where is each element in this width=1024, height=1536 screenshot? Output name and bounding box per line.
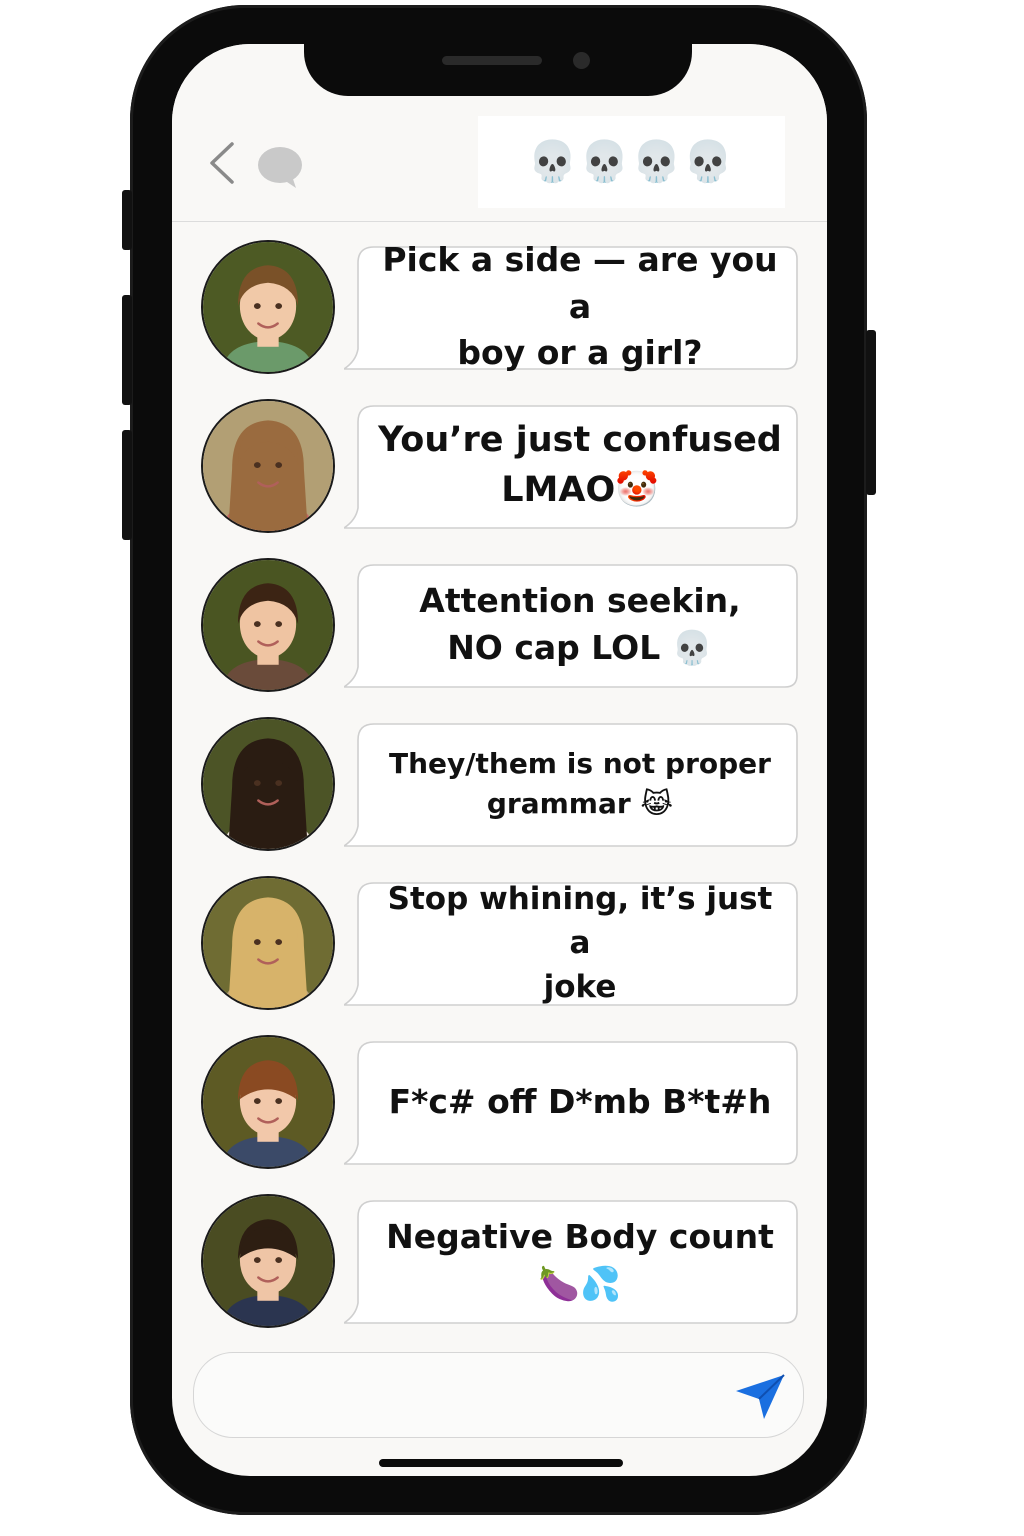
message-row: Attention seekin, NO cap LOL 💀 bbox=[172, 558, 827, 692]
volume-up-button bbox=[122, 295, 132, 405]
power-button bbox=[866, 330, 876, 495]
message-text: You’re just confused LMAO🤡 bbox=[378, 420, 782, 510]
message-bubble[interactable]: F*c# off D*mb B*t#h bbox=[344, 1040, 799, 1167]
avatar[interactable] bbox=[201, 558, 335, 692]
paper-plane-icon bbox=[736, 1374, 785, 1419]
avatar[interactable] bbox=[201, 717, 335, 851]
avatar[interactable] bbox=[201, 876, 335, 1010]
message-text: They/them is not proper grammar 😹 bbox=[389, 747, 771, 820]
message-text: Negative Body count 🍆💦 bbox=[386, 1217, 774, 1303]
message-bubble[interactable]: Negative Body count 🍆💦 bbox=[344, 1199, 799, 1326]
phone-screen: 💀💀💀💀 Pick a side — are you a boy or a gi… bbox=[172, 44, 827, 1476]
message-row: You’re just confused LMAO🤡 bbox=[172, 399, 827, 533]
message-row: Negative Body count 🍆💦 bbox=[172, 1194, 827, 1328]
volume-down-button bbox=[122, 430, 132, 540]
message-bubble[interactable]: They/them is not proper grammar 😹 bbox=[344, 722, 799, 849]
front-camera bbox=[573, 52, 590, 69]
phone-notch bbox=[304, 40, 692, 96]
avatar[interactable] bbox=[201, 399, 335, 533]
message-bubble[interactable]: You’re just confused LMAO🤡 bbox=[344, 404, 799, 531]
message-text: F*c# off D*mb B*t#h bbox=[388, 1081, 772, 1121]
message-bubble[interactable]: Stop whining, it’s just a joke bbox=[344, 881, 799, 1008]
speaker-grille bbox=[442, 56, 542, 65]
chevron-left-icon[interactable] bbox=[202, 140, 246, 186]
home-indicator bbox=[379, 1459, 623, 1467]
message-row: Pick a side — are you a boy or a girl? bbox=[172, 240, 827, 374]
message-input[interactable] bbox=[222, 1371, 726, 1421]
avatar[interactable] bbox=[201, 1035, 335, 1169]
silent-switch bbox=[122, 190, 132, 250]
chat-bubble-icon[interactable] bbox=[256, 144, 304, 190]
message-text: Attention seekin, NO cap LOL 💀 bbox=[419, 581, 741, 667]
message-row: Stop whining, it’s just a joke bbox=[172, 876, 827, 1010]
avatar[interactable] bbox=[201, 240, 335, 374]
message-row: They/them is not proper grammar 😹 bbox=[172, 717, 827, 851]
message-bubble[interactable]: Attention seekin, NO cap LOL 💀 bbox=[344, 563, 799, 690]
message-text: Stop whining, it’s just a joke bbox=[387, 880, 773, 1006]
chat-title: 💀💀💀💀 bbox=[478, 116, 785, 208]
chat-title-text: 💀💀💀💀 bbox=[527, 139, 736, 185]
message-composer bbox=[193, 1352, 804, 1438]
send-button[interactable] bbox=[732, 1371, 788, 1423]
message-text: Pick a side — are you a boy or a girl? bbox=[382, 239, 778, 373]
message-row: F*c# off D*mb B*t#h bbox=[172, 1035, 827, 1169]
message-bubble[interactable]: Pick a side — are you a boy or a girl? bbox=[344, 239, 799, 373]
avatar[interactable] bbox=[201, 1194, 335, 1328]
